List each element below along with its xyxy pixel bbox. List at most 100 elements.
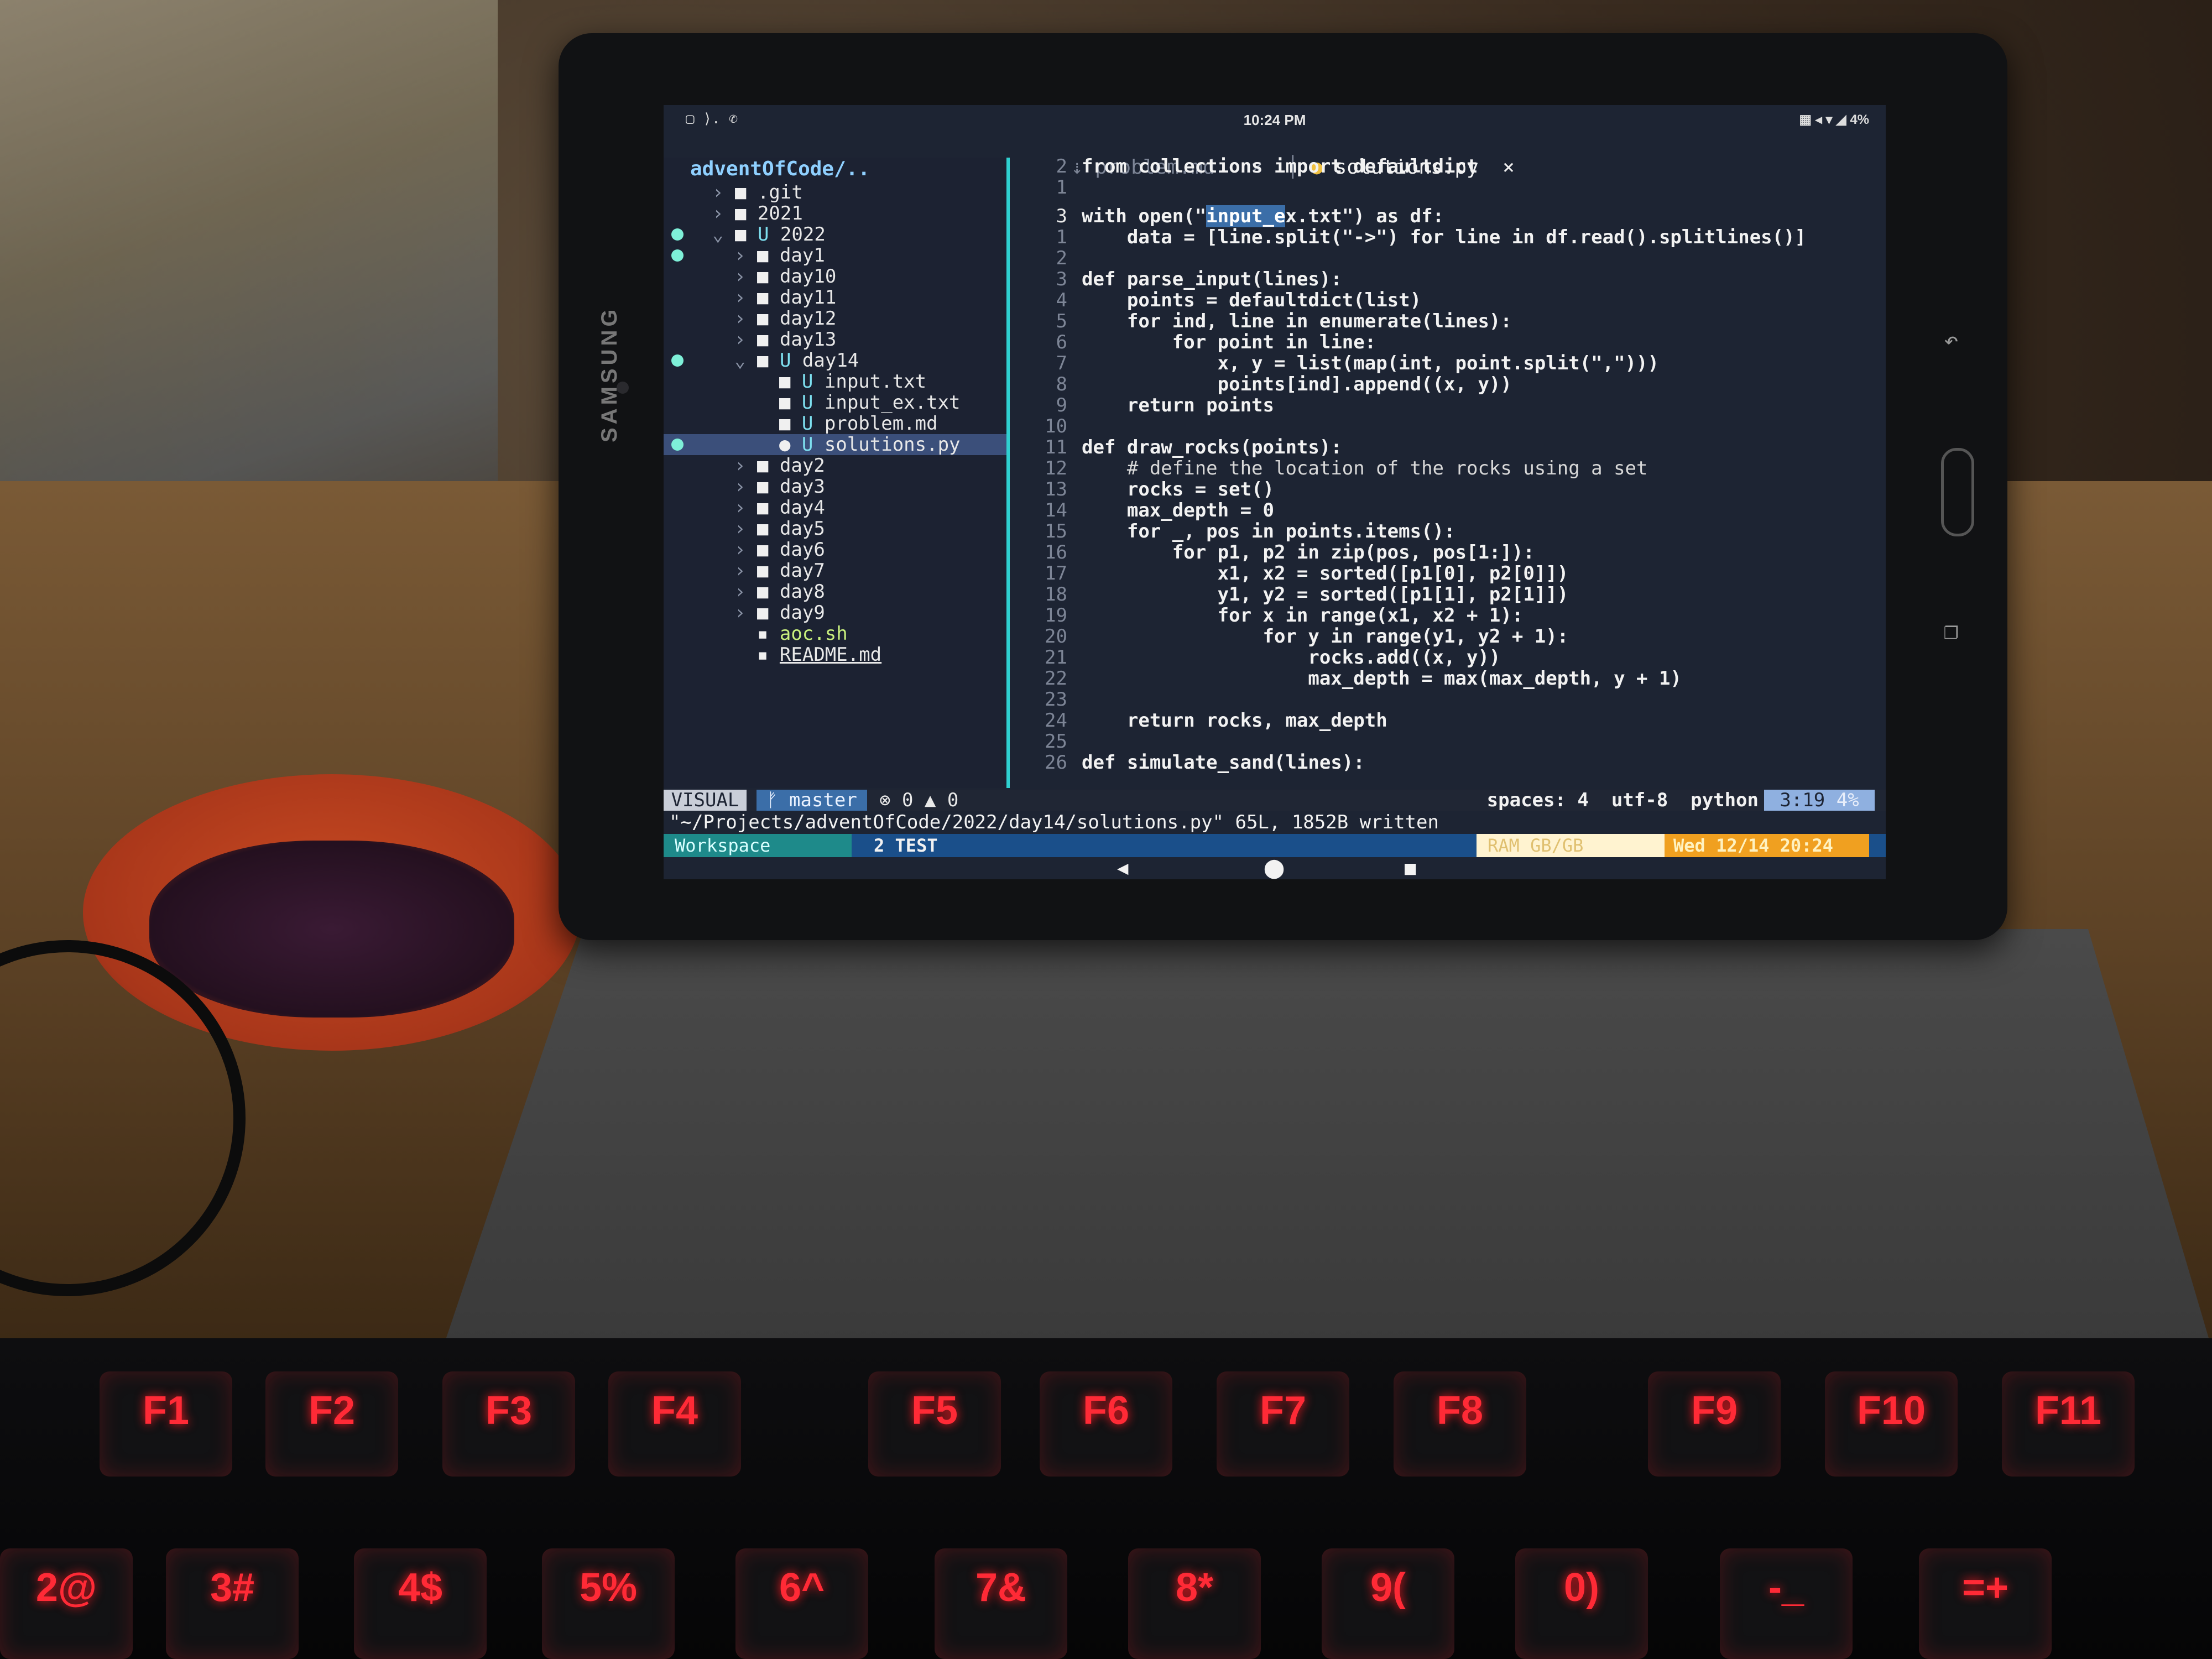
code-line[interactable]: 26 def simulate_sand(lines): — [1012, 752, 1886, 773]
line-number: 12 — [1045, 457, 1067, 479]
code-line[interactable]: 1 — [1012, 177, 1886, 198]
home-icon[interactable]: ⬤ — [1264, 857, 1285, 879]
chevron-right-icon[interactable]: › — [712, 181, 723, 204]
tree-item[interactable]: › ■ day7 — [664, 560, 1006, 581]
tree-item[interactable]: ⌄ ■ U 2022 — [664, 224, 1006, 245]
window-separator[interactable] — [1006, 158, 1010, 788]
code-line[interactable]: 19 for x in range(x1, x2 + 1): — [1012, 605, 1886, 626]
chevron-down-icon[interactable]: ⌄ — [712, 223, 723, 246]
code-line[interactable]: 3 with open("input_ex.txt") as df: — [1012, 205, 1886, 227]
line-number: 8 — [1056, 373, 1067, 395]
tree-item[interactable]: › ■ day1 — [664, 245, 1006, 266]
code-line[interactable]: 18 y1, y2 = sorted([p1[1], p2[1]]) — [1012, 584, 1886, 605]
chevron-right-icon[interactable]: › — [712, 202, 723, 225]
code-line[interactable]: 23 — [1012, 689, 1886, 710]
code-line[interactable]: 9 return points — [1012, 395, 1886, 416]
tree-item[interactable]: › ■ day12 — [664, 308, 1006, 329]
tree-item[interactable]: › ■ day4 — [664, 497, 1006, 518]
code-line[interactable]: 2 from collections import defaultdict — [1012, 156, 1886, 177]
statusline: VISUAL ᚠ master ⊗ 0 ▲ 0 spaces: 4 utf-8 … — [664, 790, 1886, 811]
code-line[interactable]: 7 x, y = list(map(int, point.split(","))… — [1012, 353, 1886, 374]
tree-item[interactable]: › ■ day5 — [664, 518, 1006, 539]
line-number: 15 — [1045, 520, 1067, 542]
explorer-root[interactable]: adventOfCode/.. — [690, 158, 870, 180]
tree-item[interactable]: › ■ 2021 — [664, 203, 1006, 224]
tree-item[interactable]: ▪ aoc.sh — [664, 623, 1006, 644]
line-number: 20 — [1045, 625, 1067, 648]
code-line[interactable]: 14 max_depth = 0 — [1012, 500, 1886, 521]
lightbulb-icon[interactable] — [671, 354, 684, 367]
chevron-right-icon[interactable]: › — [734, 328, 745, 351]
file-icon: ■ — [779, 392, 791, 414]
code-line[interactable]: 8 points[ind].append((x, y)) — [1012, 374, 1886, 395]
tree-item-label: aoc.sh — [779, 623, 848, 645]
tree-item[interactable]: ▪ README.md — [664, 644, 1006, 665]
code-line[interactable]: 12 # define the location of the rocks us… — [1012, 458, 1886, 479]
tree-item[interactable]: ● U solutions.py — [664, 434, 1006, 455]
lightbulb-icon[interactable] — [671, 228, 684, 241]
file-icon: ■ — [779, 413, 791, 435]
code-line[interactable]: 20 for y in range(y1, y2 + 1): — [1012, 626, 1886, 647]
recents-key-icon[interactable]: ❐ — [1944, 617, 1959, 645]
code-line[interactable]: 25 — [1012, 731, 1886, 752]
key-legend: F10 — [1856, 1389, 1926, 1433]
key-legend: F2 — [308, 1389, 356, 1433]
tree-item[interactable]: ■ U input.txt — [664, 371, 1006, 392]
tree-item[interactable]: › ■ day9 — [664, 602, 1006, 623]
code-line[interactable]: 15 for _, pos in points.items(): — [1012, 521, 1886, 542]
tree-item[interactable]: › ■ day10 — [664, 266, 1006, 287]
code-line[interactable]: 13 rocks = set() — [1012, 479, 1886, 500]
code-line[interactable]: 10 — [1012, 416, 1886, 437]
tree-item[interactable]: ■ U problem.md — [664, 413, 1006, 434]
tree-item[interactable]: › ■ day13 — [664, 329, 1006, 350]
code-line[interactable]: 2 — [1012, 248, 1886, 269]
code-line[interactable]: 16 for p1, p2 in zip(pos, pos[1:]): — [1012, 542, 1886, 563]
battery-level: 4% — [1850, 112, 1869, 127]
code-line[interactable]: 17 x1, x2 = sorted([p1[0], p2[0]]) — [1012, 563, 1886, 584]
folder-icon: ■ — [757, 265, 769, 288]
chevron-right-icon[interactable]: › — [734, 518, 745, 540]
recents-icon[interactable]: ■ — [1405, 857, 1416, 879]
chevron-right-icon[interactable]: › — [734, 581, 745, 603]
chevron-right-icon[interactable]: › — [734, 602, 745, 624]
tree-item[interactable]: › ■ day6 — [664, 539, 1006, 560]
code-line[interactable]: 1 data = [line.split("->") for line in d… — [1012, 227, 1886, 248]
home-hardware-button[interactable] — [1941, 448, 1974, 536]
line-number: 18 — [1045, 583, 1067, 606]
code-text: def draw_rocks(points): — [1082, 436, 1342, 458]
chevron-right-icon[interactable]: › — [734, 476, 745, 498]
code-text: # define the location of the rocks using… — [1082, 457, 1648, 479]
chevron-right-icon[interactable]: › — [734, 265, 745, 288]
tree-item[interactable]: › ■ .git — [664, 182, 1006, 203]
tree-item[interactable]: › ■ day8 — [664, 581, 1006, 602]
code-line[interactable]: 24 return rocks, max_depth — [1012, 710, 1886, 731]
code-line[interactable]: 22 max_depth = max(max_depth, y + 1) — [1012, 668, 1886, 689]
tree-item[interactable]: › ■ day2 — [664, 455, 1006, 476]
back-icon[interactable]: ◀ — [1117, 857, 1128, 879]
code-text: x1, x2 = sorted([p1[0], p2[0]]) — [1082, 562, 1569, 585]
code-line[interactable]: 11 def draw_rocks(points): — [1012, 437, 1886, 458]
code-line[interactable]: 6 for point in line: — [1012, 332, 1886, 353]
tree-item[interactable]: › ■ day11 — [664, 287, 1006, 308]
chevron-right-icon[interactable]: › — [734, 455, 745, 477]
code-line[interactable]: 5 for ind, line in enumerate(lines): — [1012, 311, 1886, 332]
code-line[interactable]: 21 rocks.add((x, y)) — [1012, 647, 1886, 668]
chevron-down-icon[interactable]: ⌄ — [734, 349, 745, 372]
chevron-right-icon[interactable]: › — [734, 286, 745, 309]
tmux-window[interactable]: 2 TEST — [874, 834, 938, 857]
chevron-right-icon[interactable]: › — [734, 244, 745, 267]
chevron-right-icon[interactable]: › — [734, 307, 745, 330]
code-line[interactable]: 3 def parse_input(lines): — [1012, 269, 1886, 290]
code-line[interactable]: 4 points = defaultdict(list) — [1012, 290, 1886, 311]
lightbulb-icon[interactable] — [671, 249, 684, 262]
tree-item[interactable]: › ■ day3 — [664, 476, 1006, 497]
tree-item[interactable]: ■ U input_ex.txt — [664, 392, 1006, 413]
chevron-right-icon[interactable]: › — [734, 560, 745, 582]
tmux-session[interactable]: Workspace — [664, 834, 852, 857]
lightbulb-icon[interactable] — [671, 439, 684, 451]
back-key-icon[interactable]: ↶ — [1944, 326, 1959, 354]
chevron-right-icon[interactable]: › — [734, 539, 745, 561]
tree-item[interactable]: ⌄ ■ U day14 — [664, 350, 1006, 371]
function-key: F7 — [1217, 1371, 1349, 1477]
chevron-right-icon[interactable]: › — [734, 497, 745, 519]
